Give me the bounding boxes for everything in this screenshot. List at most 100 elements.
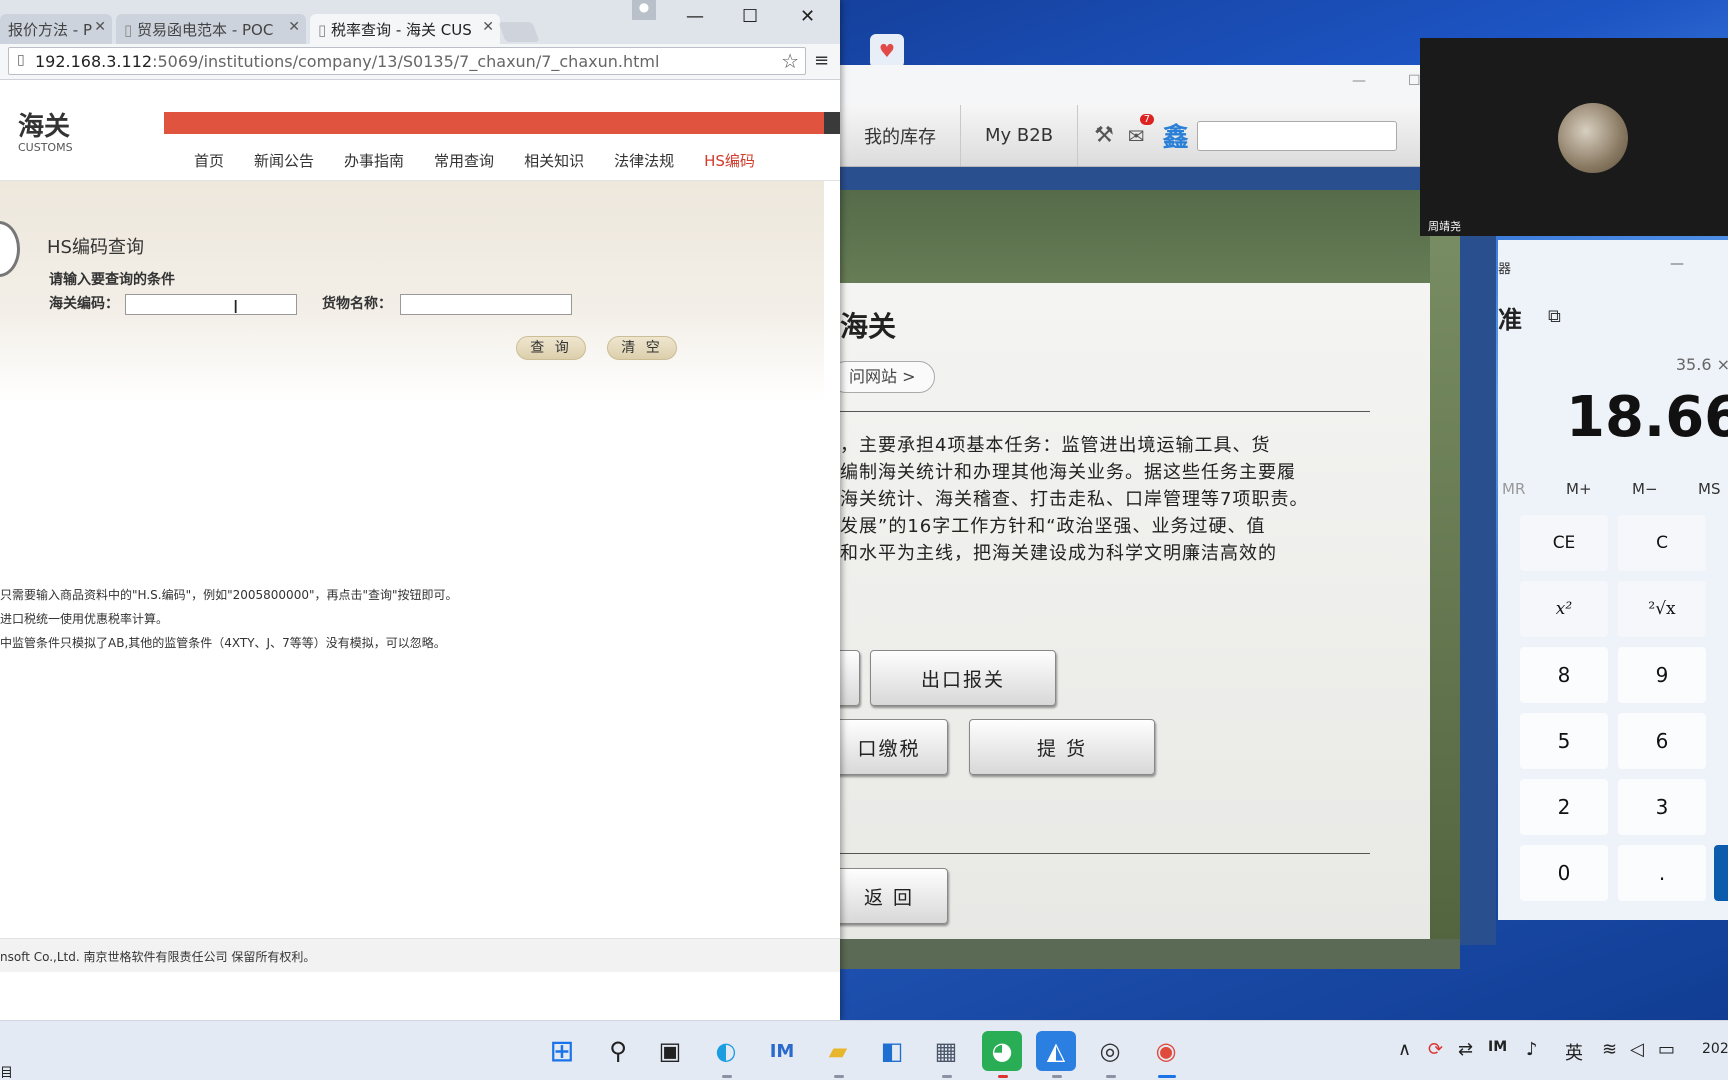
square-button[interactable]: x² (1520, 581, 1608, 637)
menu-icon[interactable]: ≡ (814, 50, 829, 71)
nav-common-query[interactable]: 常用查询 (434, 150, 494, 180)
search-button[interactable]: 查 询 (516, 336, 586, 360)
volume-icon[interactable]: ◁ (1630, 1039, 1644, 1060)
close-icon[interactable]: ✕ (288, 19, 300, 35)
digit-5-button[interactable]: 5 (1520, 713, 1608, 769)
sim-tab-inventory[interactable]: 我的库存 (840, 105, 961, 166)
memory-store-button[interactable]: MS (1698, 480, 1720, 498)
pickup-button[interactable]: 提 货 (969, 719, 1155, 775)
close-icon[interactable]: ✕ (94, 19, 106, 35)
page-footer: nsoft Co.,Ltd. 南京世格软件有限责任公司 保留所有权利。 (0, 938, 840, 972)
memory-subtract-button[interactable]: M− (1632, 480, 1658, 498)
pay-tax-button[interactable]: 口缴税 (830, 719, 948, 775)
nav-knowledge[interactable]: 相关知识 (524, 150, 584, 180)
calculator-minimize-icon[interactable]: — (1670, 256, 1684, 272)
square-root-button[interactable]: ²√x (1618, 581, 1706, 637)
digit-8-button[interactable]: 8 (1520, 647, 1608, 703)
microphone-icon[interactable]: ♪ (1526, 1039, 1538, 1060)
memory-add-button[interactable]: M+ (1566, 480, 1592, 498)
simulation-app-window: — ☐ 我的库存 My B2B ⚒ ✉ 7 鑫 海关 问网站 > ，主要承担4项基… (830, 65, 1496, 969)
browser-window: 报价方法 - P ✕ ▯ 贸易函电范本 - POC ✕ ▯ 税率查询 - 海关 … (0, 0, 840, 1020)
bookmark-star-icon[interactable]: ☆ (781, 49, 799, 73)
wifi-icon[interactable]: ≋ (1602, 1039, 1617, 1060)
close-window-icon[interactable]: ✕ (800, 6, 815, 27)
edge-icon[interactable]: ◐ (706, 1031, 746, 1071)
sync-icon[interactable]: ⟳ (1428, 1039, 1443, 1060)
nav-home[interactable]: 首页 (194, 150, 224, 180)
digit-3-button[interactable]: 3 (1618, 779, 1706, 835)
sim-maximize-icon[interactable]: ☐ (1408, 73, 1421, 89)
start-icon[interactable]: ⊞ (542, 1031, 582, 1071)
mail-icon[interactable]: ✉ 7 (1128, 113, 1155, 148)
nav-hs-code[interactable]: HS编码 (704, 150, 755, 180)
meeting-app-icon[interactable]: ◭ (1036, 1031, 1076, 1071)
digit-0-button[interactable]: 0 (1520, 845, 1608, 901)
tab-tariff-query[interactable]: ▯ 税率查询 - 海关 CUS ✕ (310, 14, 500, 44)
logo-chinese: 海关 (18, 112, 71, 142)
digit-2-button[interactable]: 2 (1520, 779, 1608, 835)
desktop-app-icon[interactable]: ♥ (870, 34, 904, 68)
wechat-icon[interactable]: ◕ (982, 1031, 1022, 1071)
switch-icon[interactable]: ⇄ (1458, 1039, 1473, 1060)
sim-paragraph-line: 编制海关统计和办理其他海关业务。据这些任务主要履 (840, 462, 1296, 483)
customs-code-input[interactable] (125, 294, 297, 315)
tab-trade-letters[interactable]: ▯ 贸易函电范本 - POC ✕ (116, 14, 306, 44)
mindmap-app-icon[interactable]: IM (762, 1031, 802, 1071)
sim-paragraph-line: ，主要承担4项基本任务：监管进出境运输工具、货 (840, 435, 1271, 456)
store-icon[interactable]: ◧ (872, 1031, 912, 1071)
sim-titlebar: — ☐ (840, 65, 1496, 105)
export-declare-button[interactable]: 出口报关 (870, 650, 1056, 706)
visit-website-button[interactable]: 问网站 > (830, 361, 935, 393)
chevron-up-icon[interactable]: ∧ (1398, 1039, 1411, 1060)
file-explorer-icon[interactable]: ▰ (818, 1031, 858, 1071)
search-icon[interactable]: ⚲ (598, 1031, 638, 1071)
new-tab-button[interactable] (498, 22, 540, 42)
calculator-icon[interactable]: ▦ (926, 1031, 966, 1071)
page-icon: ▯ (17, 52, 25, 68)
site-logo[interactable]: 海关 CUSTOMS (18, 106, 73, 154)
corner-glyph-icon: 目 (0, 1066, 14, 1080)
running-indicator (1052, 1075, 1062, 1078)
gavel-icon[interactable]: ⚒ (1094, 123, 1114, 148)
keep-on-top-icon[interactable]: ⧉ (1548, 306, 1561, 327)
clock[interactable]: 202 (1702, 1041, 1728, 1057)
input-language[interactable]: 英 (1565, 1039, 1583, 1065)
nav-guide[interactable]: 办事指南 (344, 150, 404, 180)
header-banner-end (824, 112, 840, 134)
digit-6-button[interactable]: 6 (1618, 713, 1706, 769)
profile-icon[interactable]: ● (632, 0, 656, 20)
battery-icon[interactable]: ▭ (1658, 1039, 1675, 1060)
query-title: HS编码查询 (47, 237, 144, 258)
sim-search-input[interactable] (1196, 120, 1397, 151)
brand-icon[interactable]: 鑫 (1163, 117, 1189, 154)
tab-label: 报价方法 - P (8, 21, 92, 39)
mindmap-tray-icon[interactable]: IM (1488, 1039, 1507, 1055)
page-icon: ▯ (318, 21, 327, 39)
digit-9-button[interactable]: 9 (1618, 647, 1706, 703)
network-app-icon[interactable]: ◎ (1090, 1031, 1130, 1071)
back-button[interactable]: 返 回 (830, 868, 948, 924)
chrome-icon[interactable]: ◉ (1146, 1031, 1186, 1071)
customs-code-label: 海关编码： (49, 296, 119, 312)
nav-law[interactable]: 法律法规 (614, 150, 674, 180)
clear-button[interactable]: 清 空 (607, 336, 677, 360)
tab-quote-method[interactable]: 报价方法 - P ✕ (0, 14, 112, 44)
text-cursor-icon: I (233, 297, 239, 318)
clear-button[interactable]: C (1618, 515, 1706, 571)
query-hint: 请输入要查询的条件 (49, 272, 175, 288)
decimal-button[interactable]: . (1618, 845, 1706, 901)
nav-news[interactable]: 新闻公告 (254, 150, 314, 180)
clear-entry-button[interactable]: CE (1520, 515, 1608, 571)
sim-minimize-icon[interactable]: — (1352, 73, 1366, 89)
maximize-icon[interactable]: ☐ (742, 6, 758, 27)
sim-tab-b2b[interactable]: My B2B (961, 105, 1079, 166)
goods-name-input[interactable] (400, 294, 572, 315)
equals-button[interactable] (1714, 845, 1728, 901)
note-line: 只需要输入商品资料中的"H.S.编码"，例如"2005800000"，再点击"查… (0, 588, 458, 602)
url-input[interactable]: ▯ 192.168.3.112:5069/institutions/compan… (8, 47, 806, 75)
close-icon[interactable]: ✕ (482, 19, 494, 35)
task-view-icon[interactable]: ▣ (650, 1031, 690, 1071)
memory-recall-button[interactable]: MR (1502, 480, 1525, 498)
sim-city-strip (1430, 190, 1460, 940)
minimize-icon[interactable]: — (686, 6, 704, 27)
